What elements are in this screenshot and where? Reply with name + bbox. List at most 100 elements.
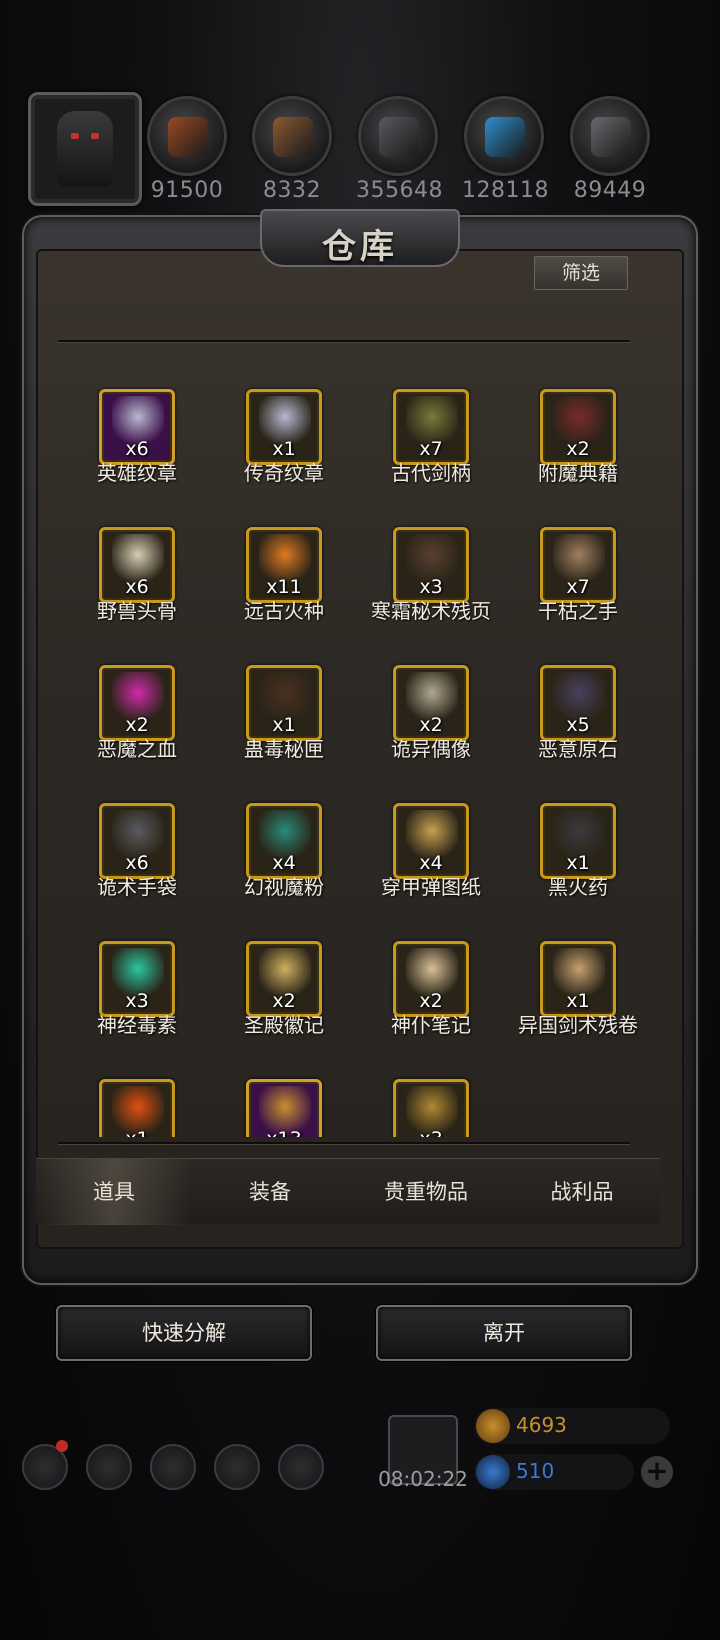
item-slot[interactable]: x2 <box>393 941 469 1017</box>
item-quantity: x3 <box>396 1128 466 1137</box>
item-name: 附魔典籍 <box>538 461 618 485</box>
knight-helmet-icon <box>57 111 113 187</box>
add-currency-button[interactable]: + <box>641 1456 673 1488</box>
inventory-item[interactable]: x1 异国剑术残卷 <box>503 897 653 1037</box>
notification-dot <box>56 1440 68 1452</box>
tab-3[interactable]: 战利品 <box>504 1159 660 1225</box>
item-slot[interactable]: x1 <box>246 665 322 741</box>
inventory-item[interactable]: x4 穿甲弹图纸 <box>356 759 506 899</box>
inventory-item[interactable]: x2 圣殿徽记 <box>209 897 359 1037</box>
leave-button[interactable]: 离开 <box>376 1305 632 1361</box>
inventory-item[interactable]: x6 英雄纹章 <box>62 345 212 485</box>
item-name: 英雄纹章 <box>97 461 177 485</box>
inventory-item[interactable]: x1 <box>62 1035 212 1137</box>
star-icon[interactable] <box>86 1444 132 1490</box>
item-slot[interactable]: x1 <box>99 1079 175 1137</box>
inventory-item[interactable]: x1 黑火药 <box>503 759 653 899</box>
item-slot[interactable]: x7 <box>540 527 616 603</box>
resource-orb <box>570 96 650 176</box>
inventory-item[interactable]: x11 远古火种 <box>209 483 359 623</box>
tab-1[interactable]: 装备 <box>192 1159 348 1225</box>
inventory-item[interactable]: x2 神仆笔记 <box>356 897 506 1037</box>
resource-value: 91500 <box>150 178 224 203</box>
resource-3[interactable]: 128118 <box>462 96 549 203</box>
item-slot[interactable]: x7 <box>393 389 469 465</box>
item-name: 恶意原石 <box>538 737 618 761</box>
inventory-item[interactable]: x6 诡术手袋 <box>62 759 212 899</box>
resource-1[interactable]: 8332 <box>250 96 334 203</box>
grid-bottom-divider <box>58 1142 630 1144</box>
tab-2[interactable]: 贵重物品 <box>348 1159 504 1225</box>
inventory-item[interactable]: x7 干枯之手 <box>503 483 653 623</box>
resource-value: 128118 <box>462 178 549 203</box>
helmet-eye-left <box>71 133 79 139</box>
inventory-item[interactable]: x7 古代剑柄 <box>356 345 506 485</box>
item-slot[interactable]: x2 <box>246 941 322 1017</box>
resource-value: 89449 <box>573 178 647 203</box>
inventory-item[interactable]: x5 恶意原石 <box>503 621 653 761</box>
handshake-icon[interactable] <box>278 1444 324 1490</box>
item-slot[interactable]: x2 <box>393 665 469 741</box>
gem-counter: 510 <box>474 1454 634 1490</box>
item-quantity: x13 <box>249 1128 319 1137</box>
item-name: 神经毒素 <box>97 1013 177 1037</box>
item-name: 神仆笔记 <box>391 1013 471 1037</box>
gold-counter: 4693 <box>474 1408 670 1444</box>
filter-button[interactable]: 筛选 <box>534 256 628 290</box>
item-slot[interactable]: x2 <box>540 389 616 465</box>
item-grid[interactable]: x6 英雄纹章 x1 传奇纹章 x7 古代剑柄 x2 附魔典籍 x6 野兽头骨 x11 远古火种 x3 寒… <box>62 345 662 1137</box>
resource-4[interactable]: 89449 <box>568 96 652 203</box>
player-avatar[interactable] <box>28 92 142 206</box>
item-slot[interactable]: x1 <box>246 389 322 465</box>
item-slot[interactable]: x6 <box>99 389 175 465</box>
inventory-item[interactable]: x1 蛊毒秘匣 <box>209 621 359 761</box>
resource-orb <box>464 96 544 176</box>
resource-orb <box>252 96 332 176</box>
item-slot[interactable]: x13 <box>246 1079 322 1137</box>
inventory-item[interactable]: x3 神经毒素 <box>62 897 212 1037</box>
item-slot[interactable]: x6 <box>99 527 175 603</box>
item-slot[interactable]: x1 <box>540 803 616 879</box>
resource-0[interactable]: 91500 <box>145 96 229 203</box>
resource-orb <box>147 96 227 176</box>
item-name: 黑火药 <box>548 875 608 899</box>
resource-value: 355648 <box>356 178 443 203</box>
item-slot[interactable]: x6 <box>99 803 175 879</box>
iron-ingot-icon <box>379 117 419 157</box>
item-slot[interactable]: x5 <box>540 665 616 741</box>
inventory-item[interactable]: x3 <box>356 1035 506 1137</box>
battle-icon[interactable] <box>150 1444 196 1490</box>
quick-decompose-button[interactable]: 快速分解 <box>56 1305 312 1361</box>
inventory-item[interactable]: x6 野兽头骨 <box>62 483 212 623</box>
category-tabs: 道具 装备 贵重物品 战利品 <box>36 1158 660 1225</box>
item-slot[interactable]: x1 <box>540 941 616 1017</box>
item-slot[interactable]: x4 <box>246 803 322 879</box>
item-slot[interactable]: x11 <box>246 527 322 603</box>
helmet-eye-right <box>91 133 99 139</box>
item-name: 穿甲弹图纸 <box>381 875 481 899</box>
mail-icon[interactable] <box>214 1444 260 1490</box>
inventory-item[interactable]: x2 恶魔之血 <box>62 621 212 761</box>
inventory-item[interactable]: x2 附魔典籍 <box>503 345 653 485</box>
stone-icon <box>591 117 631 157</box>
tab-0[interactable]: 道具 <box>36 1159 192 1225</box>
resource-2[interactable]: 355648 <box>356 96 443 203</box>
item-quantity: x1 <box>102 1128 172 1137</box>
inventory-item[interactable]: x3 寒霜秘术残页 <box>356 483 506 623</box>
item-slot[interactable]: x3 <box>99 941 175 1017</box>
item-name: 古代剑柄 <box>391 461 471 485</box>
inventory-item[interactable]: x2 诡异偶像 <box>356 621 506 761</box>
item-name: 恶魔之血 <box>97 737 177 761</box>
wood-planks-icon <box>273 117 313 157</box>
inventory-item[interactable]: x13 <box>209 1035 359 1137</box>
inventory-item[interactable]: x4 幻视魔粉 <box>209 759 359 899</box>
gold-value: 4693 <box>516 1413 567 1437</box>
item-slot[interactable]: x3 <box>393 527 469 603</box>
item-name: 异国剑术残卷 <box>518 1013 638 1037</box>
resource-value: 8332 <box>263 178 321 203</box>
inventory-item[interactable]: x1 传奇纹章 <box>209 345 359 485</box>
item-slot[interactable]: x4 <box>393 803 469 879</box>
item-slot[interactable]: x2 <box>99 665 175 741</box>
item-slot[interactable]: x3 <box>393 1079 469 1137</box>
item-name: 幻视魔粉 <box>244 875 324 899</box>
